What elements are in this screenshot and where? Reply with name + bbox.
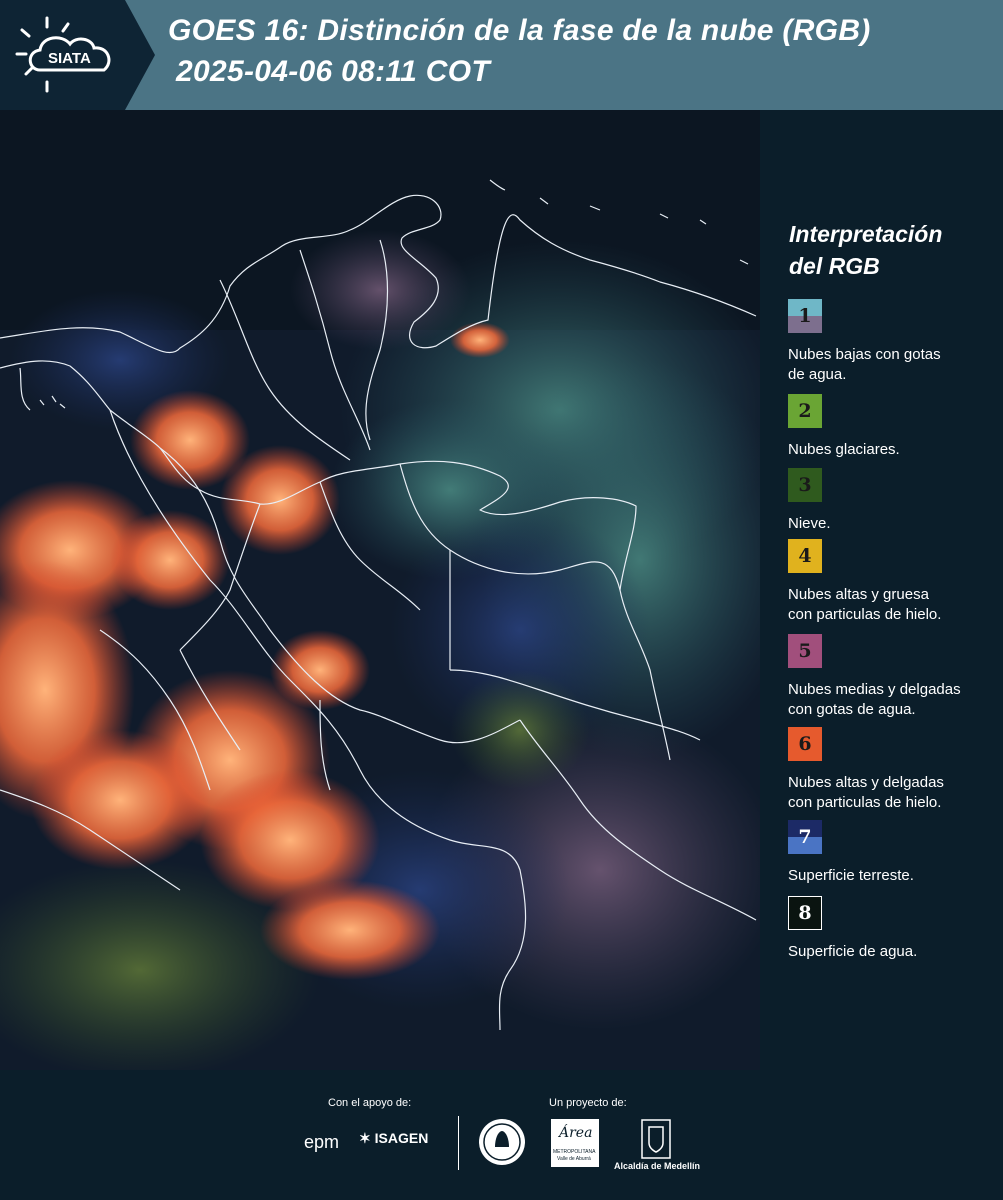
legend-label-2-line1: Nubes glaciares. — [788, 441, 900, 458]
legend-label-3-line1: Nieve. — [788, 515, 831, 532]
legend-swatch-3: 3 — [788, 468, 822, 502]
area-logo-text: Área — [559, 1125, 593, 1141]
legend-label-1: Nubes bajas con gotas de agua. — [788, 345, 998, 385]
legend-number-8: 8 — [798, 902, 812, 924]
legend-number-2: 2 — [798, 400, 812, 422]
siata-logo: SIATA — [0, 0, 155, 110]
legend-label-7-line1: Superficie terreste. — [788, 867, 914, 884]
legend-number-4: 4 — [798, 545, 812, 567]
legend-number-3: 3 — [798, 474, 812, 496]
legend-swatch-7: 7 — [788, 820, 822, 854]
satellite-image — [0, 110, 760, 1070]
legend-label-4-line2: con particulas de hielo. — [788, 606, 942, 623]
medellin-shield-icon — [641, 1119, 671, 1159]
legend-number-1: 1 — [798, 305, 812, 327]
legend-label-8-line1: Superficie de agua. — [788, 943, 918, 960]
legend-swatch-8: 8 — [788, 896, 822, 930]
project-label: Un proyecto de: — [549, 1097, 627, 1109]
footer-divider — [458, 1116, 459, 1170]
page-timestamp: 2025-04-06 08:11 COT — [176, 55, 490, 88]
legend-label-4-line1: Nubes altas y gruesa — [788, 586, 929, 603]
legend-label-5: Nubes medias y delgadas con gotas de agu… — [788, 680, 998, 720]
legend-title: Interpretación del RGB — [789, 218, 942, 282]
legend-swatch-1: 1 — [788, 299, 822, 333]
legend-title-line2: del RGB — [789, 253, 880, 279]
isagen-logo: ✶ ISAGEN — [359, 1130, 428, 1147]
isagen-star-icon: ✶ — [359, 1130, 371, 1146]
legend-number-7: 7 — [798, 826, 812, 848]
epm-logo: epm — [304, 1132, 340, 1152]
siata-logo-text: SIATA — [48, 50, 91, 67]
legend-number-6: 6 — [798, 733, 812, 755]
page-title: GOES 16: Distinción de la fase de la nub… — [168, 14, 871, 47]
area-logo-line3: Valle de Aburrá — [557, 1156, 591, 1162]
legend-swatch-2: 2 — [788, 394, 822, 428]
legend-label-7: Superficie terreste. — [788, 866, 998, 886]
area-metropolitana-logo: Área METROPOLITANA Valle de Aburrá — [551, 1119, 599, 1167]
legend-label-4: Nubes altas y gruesa con particulas de h… — [788, 585, 998, 625]
legend-swatch-4: 4 — [788, 539, 822, 573]
university-seal-icon — [479, 1119, 525, 1165]
legend-label-3: Nieve. — [788, 514, 998, 534]
legend-number-5: 5 — [798, 640, 812, 662]
footer: Con el apoyo de: Un proyecto de: epm ✶ I… — [0, 1070, 1003, 1200]
support-label: Con el apoyo de: — [328, 1097, 412, 1109]
legend-title-line1: Interpretación — [789, 221, 943, 247]
area-logo-line2: METROPOLITANA — [553, 1149, 596, 1155]
legend-panel: Interpretación del RGB 1 Nubes bajas con… — [760, 110, 1003, 1070]
header-banner: SIATA GOES 16: Distinción de la fase de … — [0, 0, 1003, 110]
legend-label-6-line1: Nubes altas y delgadas — [788, 774, 944, 791]
legend-label-1-line2: de agua. — [788, 366, 847, 383]
legend-swatch-5: 5 — [788, 634, 822, 668]
legend-label-5-line1: Nubes medias y delgadas — [788, 681, 961, 698]
legend-label-1-line1: Nubes bajas con gotas — [788, 346, 941, 363]
alcaldia-logo-text: Alcaldía de Medellín — [614, 1161, 701, 1171]
legend-swatch-6: 6 — [788, 727, 822, 761]
legend-label-6: Nubes altas y delgadas con particulas de… — [788, 773, 998, 813]
satellite-map[interactable] — [0, 110, 760, 1070]
legend-label-5-line2: con gotas de agua. — [788, 701, 916, 718]
legend-label-8: Superficie de agua. — [788, 942, 998, 962]
isagen-logo-text: ISAGEN — [374, 1130, 429, 1146]
legend-label-2: Nubes glaciares. — [788, 440, 998, 460]
legend-label-6-line2: con particulas de hielo. — [788, 794, 942, 811]
